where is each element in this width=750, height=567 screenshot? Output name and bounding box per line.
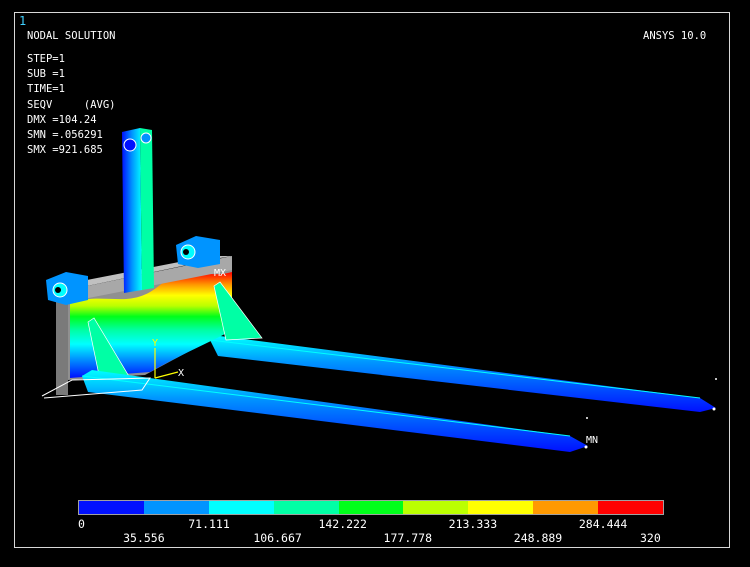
legend-tick-top: 284.444 xyxy=(578,517,628,531)
axis-y-label: Y xyxy=(152,338,158,349)
mast-column xyxy=(122,128,154,293)
legend-tick-bottom: 177.778 xyxy=(383,531,433,545)
legend-swatch-8 xyxy=(598,501,664,514)
legend-tick-bottom: 35.556 xyxy=(123,531,165,545)
legend-tick-top: 213.333 xyxy=(448,517,498,531)
legend-tick-bottom: 248.889 xyxy=(513,531,563,545)
legend-swatch-2 xyxy=(208,501,274,514)
axis-x-label: X xyxy=(178,368,184,379)
max-marker: MX xyxy=(214,268,226,279)
fe-model-view[interactable]: Y X MX MN xyxy=(0,0,750,567)
legend-swatch-0 xyxy=(79,501,144,514)
legend-swatch-1 xyxy=(143,501,209,514)
legend-swatch-7 xyxy=(533,501,599,514)
legend-swatch-5 xyxy=(403,501,469,514)
legend-tick-bottom: 106.667 xyxy=(253,531,302,545)
legend-swatch-6 xyxy=(468,501,534,514)
legend-tick-top: 142.222 xyxy=(318,517,367,531)
legend-color-bar xyxy=(78,500,664,515)
legend-swatch-4 xyxy=(338,501,404,514)
contour-legend xyxy=(78,500,664,515)
min-marker: MN xyxy=(586,435,598,446)
legend-tick-top: 0 xyxy=(78,517,85,531)
legend-tick-bottom: 320 xyxy=(640,531,661,545)
legend-tick-top: 71.111 xyxy=(188,517,230,531)
legend-swatch-3 xyxy=(273,501,339,514)
